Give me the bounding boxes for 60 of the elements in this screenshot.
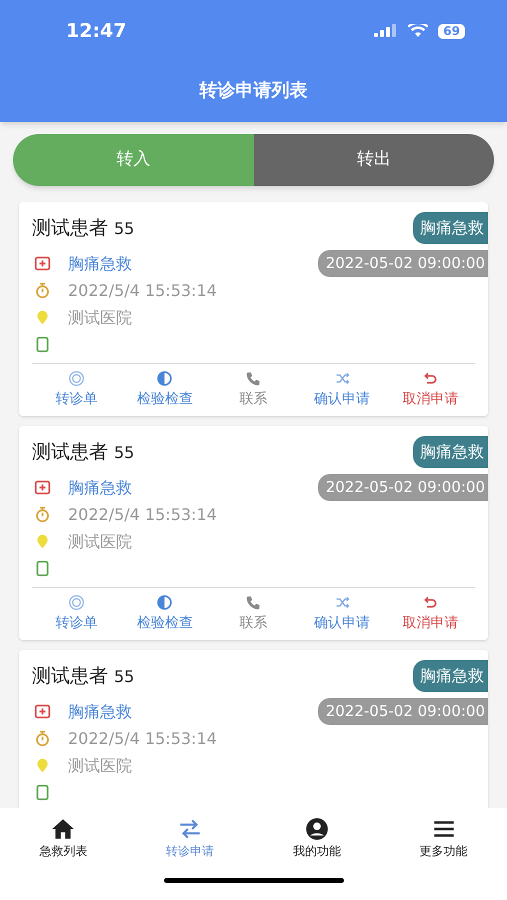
mobile-phone-icon <box>34 560 51 577</box>
mobile-phone-icon <box>34 336 51 353</box>
category-tag: 胸痛急救 <box>413 212 488 244</box>
user-circle-icon <box>304 816 330 842</box>
request-time: 2022/5/4 15:53:14 <box>68 504 217 526</box>
patient-age: 55 <box>114 666 134 688</box>
action-button[interactable]: 联系 <box>209 370 298 410</box>
date-pill: 2022-05-02 09:00:00 <box>318 698 488 725</box>
hospital-name: 测试医院 <box>68 530 132 552</box>
action-button[interactable]: 确认申请 <box>298 370 386 410</box>
nav-tab[interactable]: 转诊申请 <box>126 816 254 860</box>
category-tag: 胸痛急救 <box>413 436 488 468</box>
action-button[interactable]: 取消申请 <box>386 370 475 410</box>
nav-tab[interactable]: 更多功能 <box>380 816 507 860</box>
medical-cross-icon <box>34 479 51 496</box>
patient-age: 55 <box>114 218 134 240</box>
date-pill: 2022-05-02 09:00:00 <box>318 250 488 277</box>
phone-icon <box>244 594 262 611</box>
phone-icon <box>244 370 262 387</box>
page-title: 转诊申请列表 <box>200 79 308 103</box>
mobile-phone-icon <box>34 784 51 801</box>
action-button[interactable]: 检验检查 <box>120 370 210 410</box>
action-button[interactable]: 转诊单 <box>32 594 121 634</box>
segment-tab[interactable]: 转出 <box>254 134 494 186</box>
shuffle-icon <box>334 594 351 611</box>
action-button[interactable]: 转诊单 <box>32 370 121 410</box>
segment-tab[interactable]: 转入 <box>13 134 254 186</box>
hospital-name: 测试医院 <box>68 306 132 328</box>
stopwatch-icon <box>34 730 51 747</box>
action-button[interactable]: 取消申请 <box>386 594 475 634</box>
request-time: 2022/5/4 15:53:14 <box>68 728 217 750</box>
date-pill: 2022-05-02 09:00:00 <box>318 474 488 501</box>
diagnosis-text: 胸痛急救 <box>68 252 132 274</box>
status-time: 12:47 <box>66 18 126 44</box>
nav-tab[interactable]: 我的功能 <box>254 816 380 860</box>
patient-name: 测试患者 <box>32 216 108 241</box>
contrast-icon <box>156 594 174 611</box>
action-button[interactable]: 确认申请 <box>298 594 386 634</box>
stopwatch-icon <box>34 506 51 523</box>
patient-age: 55 <box>114 442 134 464</box>
target-icon <box>68 370 85 387</box>
medical-cross-icon <box>34 703 51 720</box>
wifi-icon <box>408 24 428 38</box>
nav-tab[interactable]: 急救列表 <box>0 816 127 860</box>
request-time: 2022/5/4 15:53:14 <box>68 280 217 302</box>
diagnosis-text: 胸痛急救 <box>68 476 132 498</box>
stopwatch-icon <box>34 282 51 299</box>
medical-cross-icon <box>34 255 51 272</box>
category-tag: 胸痛急救 <box>413 660 488 692</box>
patient-name: 测试患者 <box>32 664 108 689</box>
patient-name: 测试患者 <box>32 440 108 465</box>
action-button[interactable]: 联系 <box>209 594 298 634</box>
diagnosis-text: 胸痛急救 <box>68 700 132 722</box>
target-icon <box>68 594 85 611</box>
battery-level: 69 <box>438 24 465 38</box>
hospital-name: 测试医院 <box>68 754 132 776</box>
signal-icon <box>374 24 398 38</box>
action-button[interactable]: 检验检查 <box>120 594 210 634</box>
contrast-icon <box>156 370 174 387</box>
shuffle-icon <box>334 370 351 387</box>
